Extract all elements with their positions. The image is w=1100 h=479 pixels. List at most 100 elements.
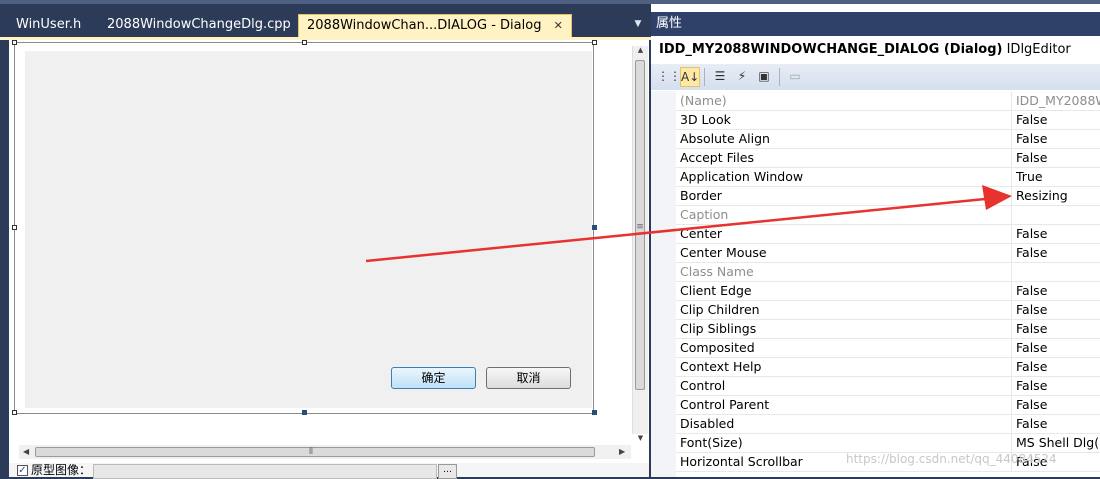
dialog-editor: WinUser.h 2088WindowChangeDlg.cpp 2088Wi… xyxy=(0,4,651,479)
property-row[interactable]: (Name) IDD_MY2088W xyxy=(676,92,1100,111)
grip-icon: ⦀ xyxy=(309,447,313,457)
tab-label: 2088WindowChangeDlg.cpp xyxy=(107,17,291,32)
chevron-down-icon[interactable]: ▼ xyxy=(632,18,644,30)
property-value[interactable]: MS Shell Dlg(9 xyxy=(1011,434,1100,452)
design-surface[interactable]: 确定 取消 ▲ ≡ ▼ ◀ ⦀ ▶ ✓ 原型图像： … xyxy=(7,40,649,479)
object-selector[interactable]: IDD_MY2088WINDOWCHANGE_DIALOG (Dialog) I… xyxy=(651,40,1100,64)
property-name: Center xyxy=(680,226,723,241)
property-value[interactable]: False xyxy=(1011,396,1100,414)
cancel-button[interactable]: 取消 xyxy=(486,367,571,389)
property-value[interactable]: Resizing xyxy=(1011,187,1100,205)
property-value[interactable]: False xyxy=(1011,282,1100,300)
property-value[interactable]: False xyxy=(1011,111,1100,129)
tab-label: 2088WindowChan...DIALOG - Dialog xyxy=(307,18,542,33)
property-pages-icon: ▭ xyxy=(789,69,801,83)
toolbar-separator xyxy=(779,68,780,86)
tab-dialog-editor[interactable]: 2088WindowChan...DIALOG - Dialog ✕ xyxy=(298,14,572,38)
property-value[interactable]: IDD_MY2088W xyxy=(1011,92,1100,110)
properties-panel: 属性 IDD_MY2088WINDOWCHANGE_DIALOG (Dialog… xyxy=(651,4,1100,477)
property-row[interactable]: Center False xyxy=(676,225,1100,244)
property-name: Application Window xyxy=(680,169,804,184)
scroll-left-icon[interactable]: ◀ xyxy=(23,445,29,459)
property-name: Class Name xyxy=(680,264,754,279)
property-row[interactable]: Absolute Align False xyxy=(676,130,1100,149)
property-row[interactable]: Accept Files False xyxy=(676,149,1100,168)
scrollbar-thumb[interactable] xyxy=(35,447,595,457)
property-row[interactable]: Caption xyxy=(676,206,1100,225)
dialog-client-area[interactable]: 确定 取消 xyxy=(25,51,592,408)
property-row[interactable]: Border Resizing xyxy=(676,187,1100,206)
properties-icon[interactable]: ☰ xyxy=(710,67,730,87)
property-name: Disabled xyxy=(680,416,735,431)
property-name: Client Edge xyxy=(680,283,752,298)
property-row[interactable]: Clip Children False xyxy=(676,301,1100,320)
grid-margin xyxy=(651,91,676,477)
horizontal-scrollbar[interactable]: ◀ ⦀ ▶ xyxy=(19,445,631,459)
property-value[interactable]: False xyxy=(1011,339,1100,357)
property-value[interactable]: False xyxy=(1011,320,1100,338)
scroll-up-icon[interactable]: ▲ xyxy=(633,46,648,54)
object-type: IDlgEditor xyxy=(1006,42,1071,57)
property-value[interactable]: False xyxy=(1011,377,1100,395)
categorized-icon[interactable]: ⋮⋮ xyxy=(657,67,681,87)
property-name: Clip Children xyxy=(680,302,760,317)
resize-handle-left[interactable] xyxy=(12,225,17,230)
property-row[interactable]: Application Window True xyxy=(676,168,1100,187)
tab-window-change-dlg-cpp[interactable]: 2088WindowChangeDlg.cpp xyxy=(99,14,299,38)
tab-winuser-h[interactable]: WinUser.h xyxy=(8,14,89,38)
property-name: Border xyxy=(680,188,722,203)
property-row[interactable]: Center Mouse False xyxy=(676,244,1100,263)
properties-toolbar: ⋮⋮ A↓ ☰ ⚡ ▣ ▭ xyxy=(651,64,1100,90)
property-value[interactable]: True xyxy=(1011,168,1100,186)
ok-button[interactable]: 确定 xyxy=(391,367,476,389)
property-name: 3D Look xyxy=(680,112,731,127)
property-value[interactable]: False xyxy=(1011,130,1100,148)
property-name: Clip Siblings xyxy=(680,321,757,336)
property-row[interactable]: Class Name xyxy=(676,263,1100,282)
property-name: Center Mouse xyxy=(680,245,767,260)
property-value[interactable]: False xyxy=(1011,225,1100,243)
property-value[interactable]: False xyxy=(1011,301,1100,319)
property-row[interactable]: 3D Look False xyxy=(676,111,1100,130)
property-value[interactable]: False xyxy=(1011,149,1100,167)
resize-handle-top-left[interactable] xyxy=(12,40,17,45)
property-row[interactable]: Clip Siblings False xyxy=(676,320,1100,339)
property-name: Absolute Align xyxy=(680,131,770,146)
property-value[interactable] xyxy=(1011,206,1100,224)
property-value[interactable]: False xyxy=(1011,358,1100,376)
resize-handle-bottom-right[interactable] xyxy=(592,410,597,415)
property-value[interactable]: False xyxy=(1011,244,1100,262)
vertical-scrollbar[interactable]: ▲ ≡ ▼ xyxy=(632,46,648,442)
resize-handle-bottom[interactable] xyxy=(302,410,307,415)
property-row[interactable]: Context Help False xyxy=(676,358,1100,377)
property-value[interactable] xyxy=(1011,263,1100,281)
close-icon[interactable]: ✕ xyxy=(554,15,563,37)
property-value[interactable]: False xyxy=(1011,415,1100,433)
property-row[interactable]: Composited False xyxy=(676,339,1100,358)
property-row[interactable]: Disabled False xyxy=(676,415,1100,434)
scroll-down-icon[interactable]: ▼ xyxy=(633,434,648,442)
property-name: (Name) xyxy=(680,93,727,108)
property-name: Control Parent xyxy=(680,397,770,412)
property-row[interactable]: Control False xyxy=(676,377,1100,396)
property-name: Composited xyxy=(680,340,755,355)
grip-icon: ≡ xyxy=(636,222,644,232)
resize-handle-top[interactable] xyxy=(302,40,307,45)
sort-alphabetical-icon[interactable]: A↓ xyxy=(680,67,700,87)
property-name: Font(Size) xyxy=(680,435,743,450)
resize-handle-top-right[interactable] xyxy=(592,40,597,45)
scroll-right-icon[interactable]: ▶ xyxy=(619,445,625,459)
property-row[interactable]: Font(Size) MS Shell Dlg(9 xyxy=(676,434,1100,453)
property-row[interactable]: Client Edge False xyxy=(676,282,1100,301)
property-name: Context Help xyxy=(680,359,762,374)
messages-icon[interactable]: ▣ xyxy=(754,67,774,87)
document-tab-bar: WinUser.h 2088WindowChangeDlg.cpp 2088Wi… xyxy=(0,4,651,38)
property-row[interactable]: Control Parent False xyxy=(676,396,1100,415)
resize-handle-bottom-left[interactable] xyxy=(12,410,17,415)
prototype-image-checkbox[interactable]: ✓ xyxy=(17,465,28,476)
prototype-image-bar: ✓ 原型图像： … xyxy=(9,463,649,479)
tab-label: WinUser.h xyxy=(16,17,82,32)
events-lightning-icon[interactable]: ⚡ xyxy=(732,67,752,87)
toolbar-separator xyxy=(704,68,705,86)
resize-handle-right[interactable] xyxy=(592,225,597,230)
